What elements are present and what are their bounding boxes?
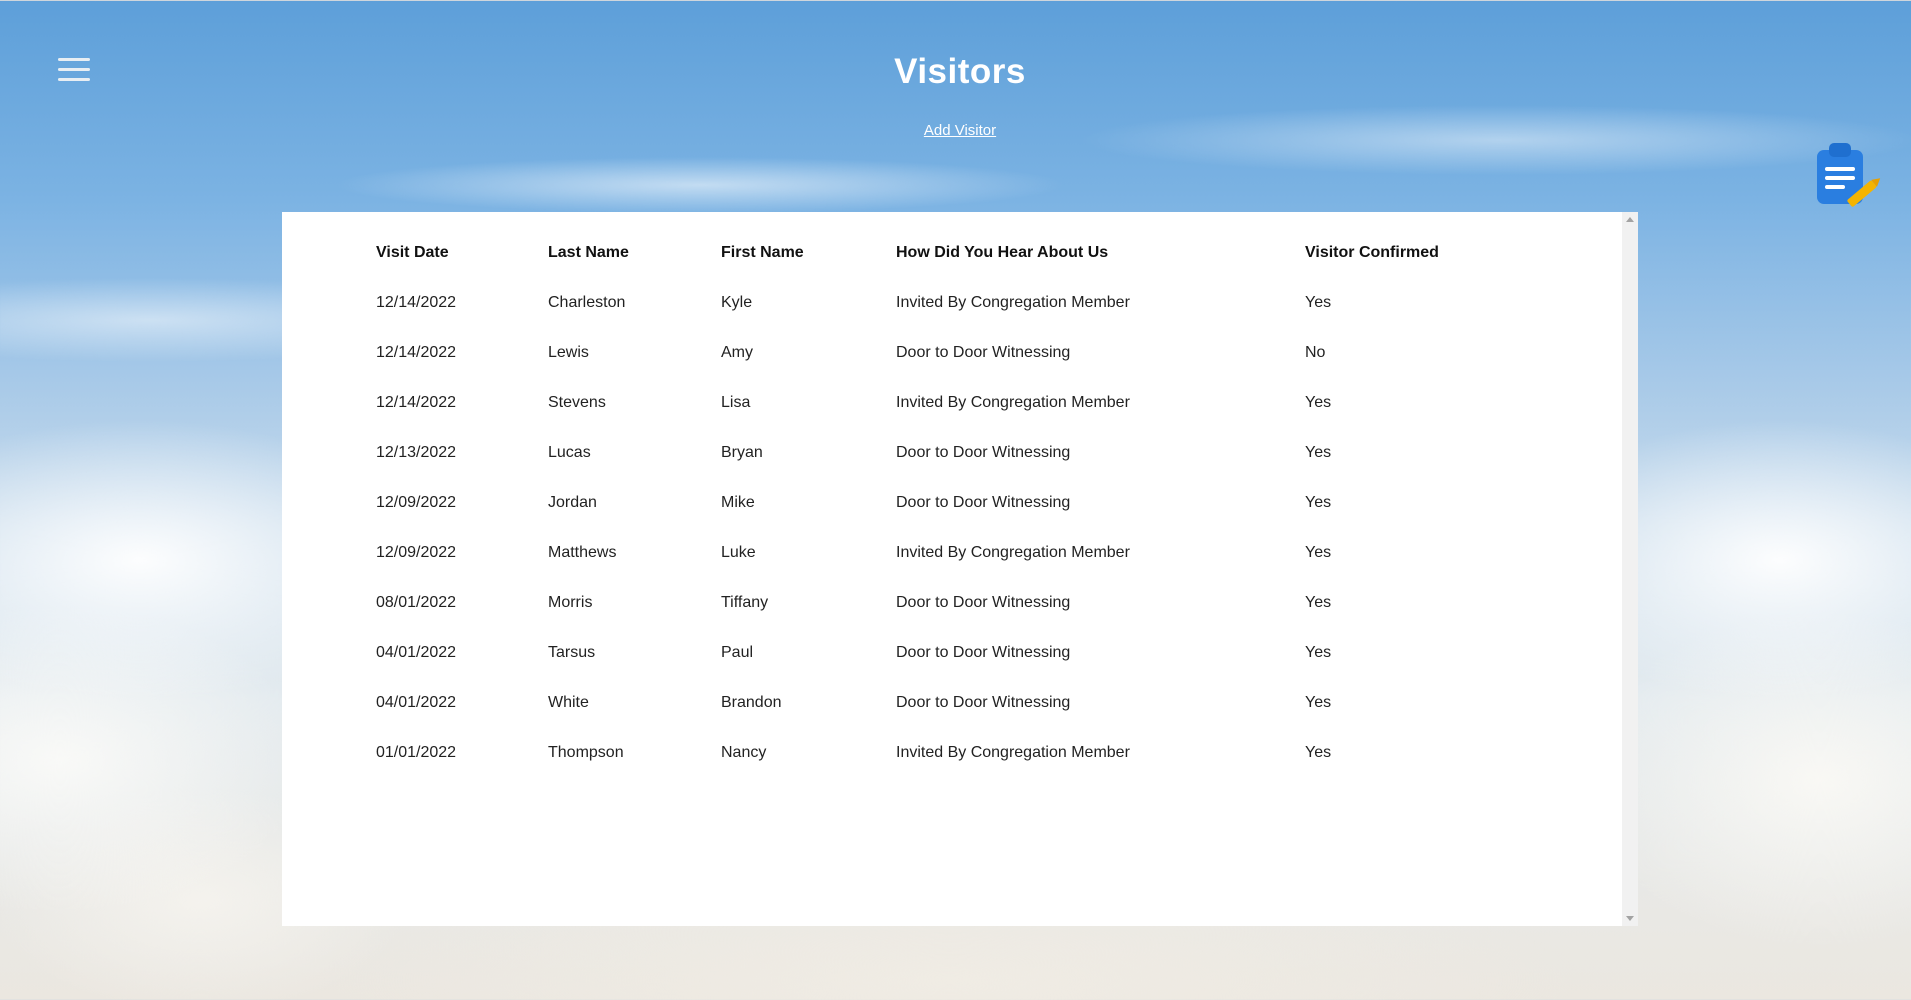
scroll-up-arrow-icon[interactable] [1626,217,1634,222]
first-name-cell: Lisa [721,394,751,411]
how-heard-cell: Door to Door Witnessing [896,594,1071,611]
how-heard-cell: Invited By Congregation Member [896,544,1130,561]
column-header-last-name[interactable]: Last Name [548,228,721,278]
visit-date-cell: 04/01/2022 [376,644,457,661]
visit-date-cell: 12/09/2022 [376,544,457,561]
first-name-cell: Paul [721,644,754,661]
table-row[interactable]: 12/13/2022 Lucas Bryan Door to Door Witn… [376,428,1505,478]
visitor-confirmed-cell: No [1305,344,1326,361]
first-name-cell: Bryan [721,444,763,461]
table-row[interactable]: 12/09/2022 Jordan Mike Door to Door Witn… [376,478,1505,528]
last-name-cell: Lucas [548,444,591,461]
how-heard-cell: Door to Door Witnessing [896,644,1071,661]
visit-date-cell: 12/14/2022 [376,294,457,311]
column-header-visit-date[interactable]: Visit Date [376,228,548,278]
visitors-table-panel: Visit Date Last Name First Name How Did … [282,212,1638,926]
first-name-cell: Luke [721,544,756,561]
table-row[interactable]: 04/01/2022 Tarsus Paul Door to Door Witn… [376,628,1505,678]
how-heard-cell: Door to Door Witnessing [896,494,1071,511]
last-name-cell: Lewis [548,344,589,361]
table-row[interactable]: 12/14/2022 Charleston Kyle Invited By Co… [376,278,1505,328]
last-name-cell: Jordan [548,494,597,511]
visit-date-cell: 12/14/2022 [376,344,457,361]
first-name-cell: Tiffany [721,594,769,611]
first-name-cell: Mike [721,494,755,511]
clipboard-edit-icon[interactable] [1815,140,1885,210]
column-header-visitor-confirmed[interactable]: Visitor Confirmed [1305,228,1505,278]
visitor-confirmed-cell: Yes [1305,694,1332,711]
visit-date-cell: 12/14/2022 [376,394,457,411]
last-name-cell: Matthews [548,544,617,561]
column-header-first-name[interactable]: First Name [721,228,896,278]
visitor-confirmed-cell: Yes [1305,644,1332,661]
table-row[interactable]: 12/09/2022 Matthews Luke Invited By Cong… [376,528,1505,578]
visit-date-cell: 04/01/2022 [376,694,457,711]
visitor-confirmed-cell: Yes [1305,394,1332,411]
table-row[interactable]: 12/14/2022 Stevens Lisa Invited By Congr… [376,378,1505,428]
last-name-cell: Charleston [548,294,626,311]
last-name-cell: Morris [548,594,593,611]
first-name-cell: Brandon [721,694,782,711]
scroll-down-arrow-icon[interactable] [1626,916,1634,921]
visitor-confirmed-cell: Yes [1305,544,1332,561]
how-heard-cell: Door to Door Witnessing [896,344,1071,361]
visitors-table: Visit Date Last Name First Name How Did … [376,228,1505,778]
visit-date-cell: 08/01/2022 [376,594,457,611]
first-name-cell: Kyle [721,294,753,311]
how-heard-cell: Door to Door Witnessing [896,694,1071,711]
visit-date-cell: 12/13/2022 [376,444,457,461]
visitor-confirmed-cell: Yes [1305,594,1332,611]
visitor-confirmed-cell: Yes [1305,494,1332,511]
last-name-cell: Stevens [548,394,606,411]
column-header-how-heard[interactable]: How Did You Hear About Us [896,228,1305,278]
last-name-cell: White [548,694,589,711]
table-header-row: Visit Date Last Name First Name How Did … [376,228,1505,278]
how-heard-cell: Invited By Congregation Member [896,394,1130,411]
first-name-cell: Nancy [721,744,767,761]
table-row[interactable]: 12/14/2022 Lewis Amy Door to Door Witnes… [376,328,1505,378]
top-border [0,0,1911,1]
visit-date-cell: 12/09/2022 [376,494,457,511]
page-title: Visitors [894,52,1026,91]
last-name-cell: Tarsus [548,644,596,661]
table-row[interactable]: 01/01/2022 Thompson Nancy Invited By Con… [376,728,1505,778]
visit-date-cell: 01/01/2022 [376,744,457,761]
how-heard-cell: Door to Door Witnessing [896,444,1071,461]
how-heard-cell: Invited By Congregation Member [896,744,1130,761]
visitor-confirmed-cell: Yes [1305,744,1332,761]
visitor-confirmed-cell: Yes [1305,294,1332,311]
vertical-scrollbar[interactable] [1622,212,1638,926]
visitor-confirmed-cell: Yes [1305,444,1332,461]
last-name-cell: Thompson [548,744,624,761]
table-row[interactable]: 08/01/2022 Morris Tiffany Door to Door W… [376,578,1505,628]
how-heard-cell: Invited By Congregation Member [896,294,1130,311]
table-row[interactable]: 04/01/2022 White Brandon Door to Door Wi… [376,678,1505,728]
first-name-cell: Amy [721,344,753,361]
add-visitor-link[interactable]: Add Visitor [0,122,1911,139]
